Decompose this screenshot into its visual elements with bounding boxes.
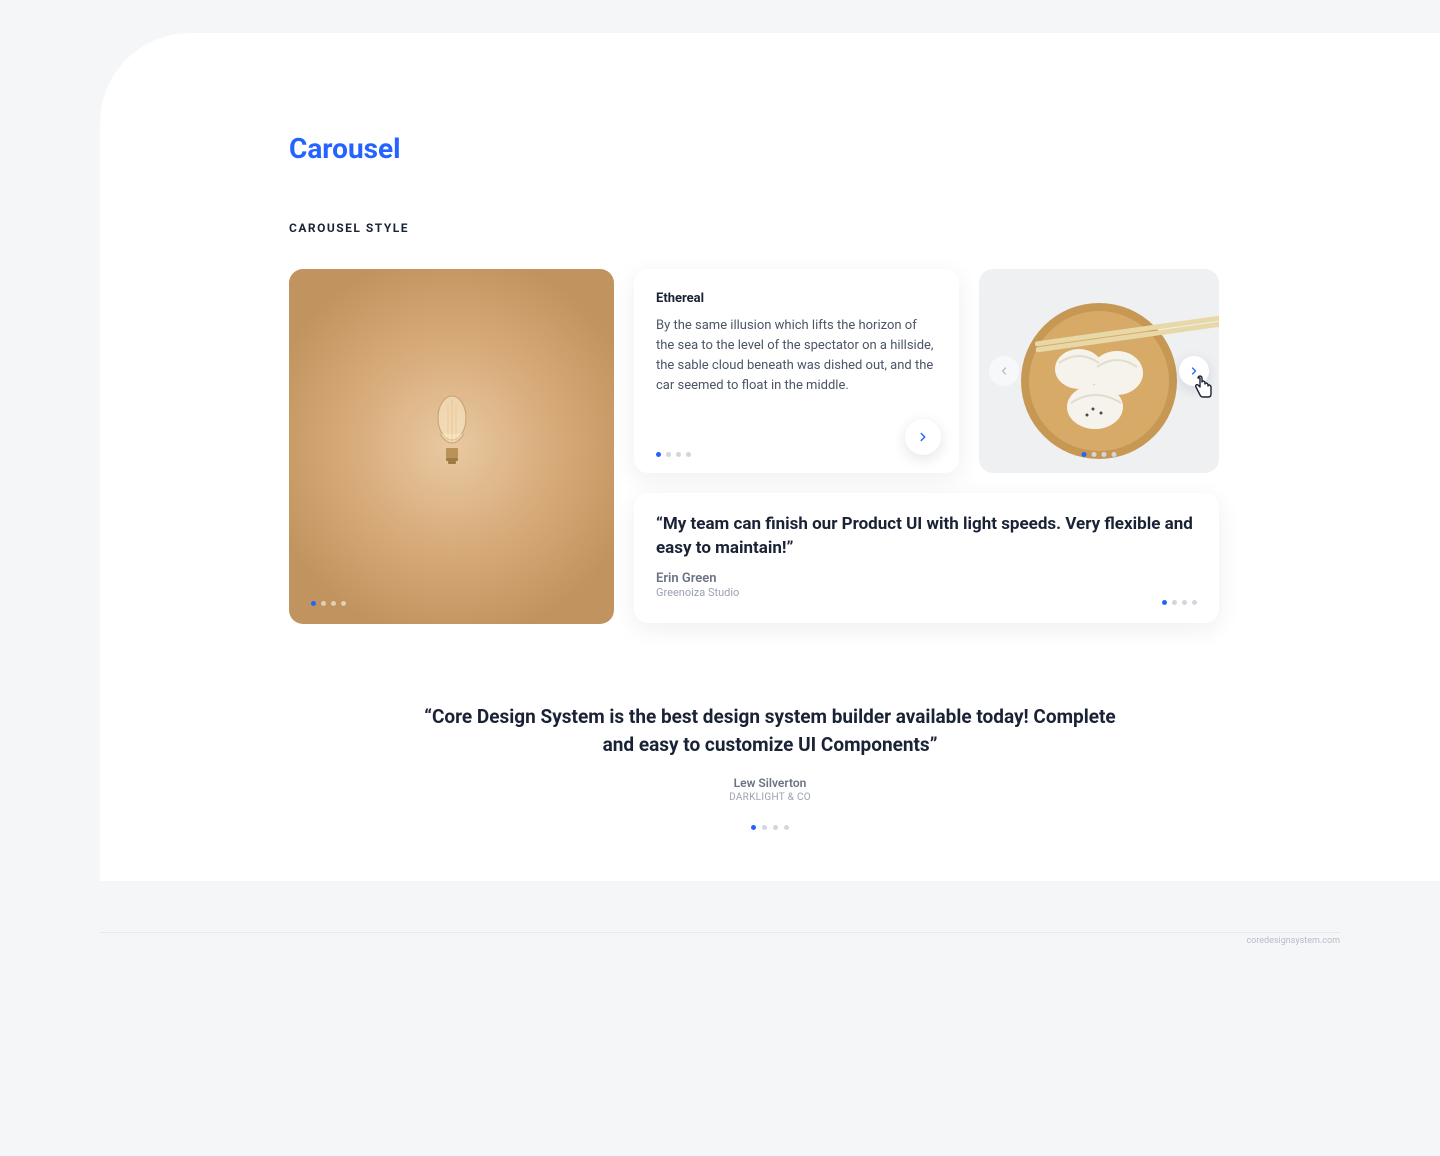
- pagination-dot[interactable]: [762, 825, 767, 830]
- pagination-dot[interactable]: [676, 452, 681, 457]
- pagination-dots: [1082, 452, 1117, 457]
- pagination-dots: [311, 601, 346, 606]
- section-label: CAROUSEL STYLE: [289, 221, 409, 235]
- testimonial-quote: “My team can finish our Product UI with …: [656, 513, 1197, 561]
- pagination-dot[interactable]: [1172, 600, 1177, 605]
- chevron-left-icon: [998, 365, 1010, 377]
- panel: Carousel CAROUSEL STYLE Ethereal By the …: [100, 33, 1440, 881]
- pagination-dots: [1162, 600, 1197, 605]
- footer-divider: [100, 932, 1340, 933]
- carousel-testimonial-wide: “My team can finish our Product UI with …: [634, 493, 1219, 623]
- chevron-right-icon: [1188, 365, 1200, 377]
- pagination-dot[interactable]: [1182, 600, 1187, 605]
- carousel-testimonial-centered: “Core Design System is the best design s…: [410, 703, 1130, 830]
- pagination-dot[interactable]: [1082, 452, 1087, 457]
- testimonial-author: Lew Silverton: [410, 776, 1130, 790]
- pagination-dot[interactable]: [1092, 452, 1097, 457]
- pagination-dot[interactable]: [686, 452, 691, 457]
- pagination-dot[interactable]: [1162, 600, 1167, 605]
- testimonial-studio: Greenoiza Studio: [656, 586, 1197, 599]
- next-button[interactable]: [905, 419, 941, 455]
- pagination-dot[interactable]: [321, 601, 326, 606]
- next-button[interactable]: [1179, 356, 1209, 386]
- pagination-dot[interactable]: [311, 601, 316, 606]
- pagination-dot[interactable]: [341, 601, 346, 606]
- pagination-dot[interactable]: [331, 601, 336, 606]
- pagination-dot[interactable]: [1192, 600, 1197, 605]
- pagination-dot[interactable]: [751, 825, 756, 830]
- lightbulb-icon: [428, 384, 476, 480]
- pagination-dot[interactable]: [773, 825, 778, 830]
- carousel-image-large[interactable]: [289, 269, 614, 624]
- dumplings-plate-icon: [1009, 291, 1189, 471]
- pagination-dot[interactable]: [666, 452, 671, 457]
- testimonial-quote: “Core Design System is the best design s…: [410, 703, 1130, 758]
- footer-link[interactable]: coredesignsystem.com: [1246, 936, 1340, 946]
- prev-button[interactable]: [989, 356, 1019, 386]
- carousel-text-card: Ethereal By the same illusion which lift…: [634, 269, 959, 473]
- chevron-right-icon: [916, 430, 930, 444]
- card-body: By the same illusion which lifts the hor…: [656, 316, 937, 397]
- testimonial-author: Erin Green: [656, 571, 1197, 586]
- pagination-dot[interactable]: [656, 452, 661, 457]
- pagination-dot[interactable]: [784, 825, 789, 830]
- pagination-dot[interactable]: [1102, 452, 1107, 457]
- pagination-dots: [656, 452, 691, 457]
- testimonial-company: DARKLIGHT & CO: [410, 792, 1130, 803]
- pagination-dot[interactable]: [1112, 452, 1117, 457]
- page-title: Carousel: [289, 132, 401, 165]
- card-title: Ethereal: [656, 291, 937, 306]
- pagination-dots: [410, 825, 1130, 830]
- carousel-image-small[interactable]: [979, 269, 1219, 473]
